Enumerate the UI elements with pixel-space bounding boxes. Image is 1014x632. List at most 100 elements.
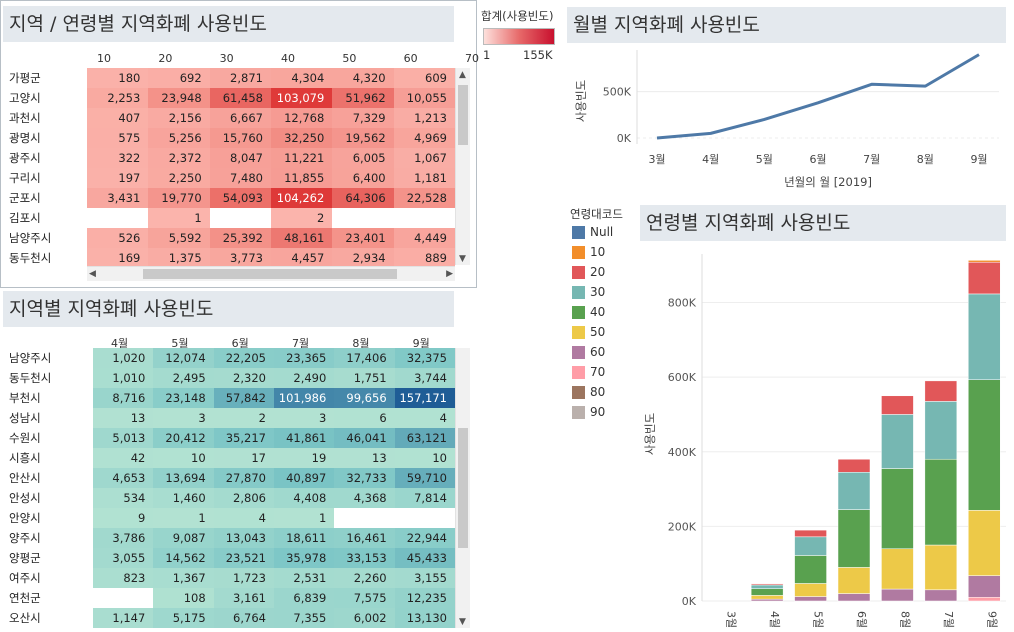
heat-cell[interactable]: 7,355 <box>273 608 335 628</box>
heat-cell[interactable]: 108 <box>153 588 214 608</box>
heat-cell[interactable]: 1,020 <box>93 348 154 368</box>
heat-cell[interactable]: 14,562 <box>153 548 214 568</box>
bar-segment-60[interactable] <box>968 575 1001 598</box>
heat1-col-header[interactable]: 30 <box>220 52 234 65</box>
legend-item-50[interactable]: 50 <box>572 325 605 339</box>
heat2-vscroll-thumb[interactable] <box>458 428 468 548</box>
heat-cell[interactable]: 2,871 <box>209 68 271 88</box>
heat-cell[interactable]: 17 <box>213 448 274 468</box>
heat-cell[interactable] <box>87 208 149 228</box>
legend-item-90[interactable]: 90 <box>572 405 605 419</box>
legend-item-Null[interactable]: Null <box>572 225 613 239</box>
heat-cell[interactable]: 4,457 <box>270 248 333 268</box>
heat-cell[interactable]: 23,521 <box>213 548 274 568</box>
heat-cell[interactable]: 61,458 <box>209 88 271 108</box>
heat-cell[interactable]: 692 <box>148 68 210 88</box>
legend-item-70[interactable]: 70 <box>572 365 605 379</box>
legend-item-80[interactable]: 80 <box>572 385 605 399</box>
heat1-vscroll-thumb[interactable] <box>458 85 468 145</box>
heat-cell[interactable]: 19,562 <box>332 128 394 148</box>
heat-cell[interactable]: 15,760 <box>209 128 271 148</box>
bar-segment-40[interactable] <box>881 468 914 550</box>
bar-segment-60[interactable] <box>750 598 784 602</box>
heat-cell[interactable]: 2,531 <box>273 568 335 588</box>
bar-segment-20[interactable] <box>968 261 1001 295</box>
heat-cell[interactable]: 32,250 <box>270 128 333 148</box>
heat-cell[interactable]: 6,667 <box>209 108 271 128</box>
heat-cell[interactable]: 2,156 <box>148 108 210 128</box>
row-header[interactable]: 성남시 <box>3 408 93 428</box>
heat-cell[interactable]: 2,495 <box>153 368 214 388</box>
heat-cell[interactable]: 4,304 <box>270 68 333 88</box>
heat-cell[interactable]: 7,480 <box>209 168 271 188</box>
heat-cell[interactable]: 63,121 <box>394 428 455 448</box>
heat-cell[interactable]: 1,375 <box>148 248 210 268</box>
heat-cell[interactable]: 9,087 <box>153 528 214 548</box>
heat-cell[interactable]: 526 <box>87 228 149 248</box>
heat-cell[interactable]: 2,490 <box>273 368 335 388</box>
row-header[interactable]: 구리시 <box>3 168 87 188</box>
heat-cell[interactable]: 823 <box>93 568 154 588</box>
heat-cell[interactable]: 4,969 <box>393 128 455 148</box>
legend-item-20[interactable]: 20 <box>572 265 605 279</box>
heat-cell[interactable]: 1,010 <box>93 368 154 388</box>
heat-cell[interactable]: 27,870 <box>213 468 274 488</box>
heat-cell[interactable] <box>332 208 394 228</box>
heat-cell[interactable]: 2,806 <box>213 488 274 508</box>
heat-cell[interactable]: 2,253 <box>87 88 149 108</box>
heat-cell[interactable]: 575 <box>87 128 149 148</box>
heat-cell[interactable]: 3,431 <box>87 188 149 208</box>
legend-item-10[interactable]: 10 <box>572 245 605 259</box>
heat-cell[interactable]: 13,694 <box>153 468 214 488</box>
row-header[interactable]: 시흥시 <box>3 448 93 468</box>
heat-cell[interactable]: 4,320 <box>332 68 394 88</box>
bar-segment-10[interactable] <box>968 260 1001 263</box>
heat-cell[interactable]: 13 <box>93 408 154 428</box>
heat-cell[interactable]: 3,744 <box>394 368 455 388</box>
heat1-col-header[interactable]: 70 <box>465 52 479 65</box>
heat-cell[interactable]: 35,217 <box>213 428 274 448</box>
heat-cell[interactable]: 407 <box>87 108 149 128</box>
row-header[interactable]: 과천시 <box>3 108 87 128</box>
heat1-hscroll-thumb[interactable] <box>143 269 397 279</box>
heat-cell[interactable]: 23,948 <box>148 88 210 108</box>
row-header[interactable]: 가평군 <box>3 68 87 88</box>
heat-cell[interactable]: 23,148 <box>153 388 214 408</box>
bar-segment-20[interactable] <box>881 395 914 415</box>
heat-cell[interactable] <box>334 508 395 528</box>
heat-cell[interactable]: 889 <box>393 248 455 268</box>
heat-cell[interactable] <box>209 208 271 228</box>
heat-cell[interactable]: 22,944 <box>394 528 455 548</box>
heat-cell[interactable]: 2,260 <box>334 568 395 588</box>
heat-cell[interactable]: 16,461 <box>334 528 395 548</box>
bar-segment-40[interactable] <box>837 509 871 568</box>
bar-segment-60[interactable] <box>837 593 871 602</box>
row-header[interactable]: 고양시 <box>3 88 87 108</box>
bar-segment-30[interactable] <box>750 584 784 589</box>
heat1-col-header[interactable]: 40 <box>281 52 295 65</box>
heat-cell[interactable]: 1,147 <box>93 608 154 628</box>
heat-cell[interactable]: 23,365 <box>273 348 335 368</box>
heat-cell[interactable]: 59,710 <box>394 468 455 488</box>
heat-cell[interactable]: 322 <box>87 148 149 168</box>
heat-cell[interactable]: 25,392 <box>209 228 271 248</box>
row-header[interactable]: 부천시 <box>3 388 93 408</box>
heat1-col-header[interactable]: 10 <box>97 52 111 65</box>
heat-cell[interactable]: 8,716 <box>93 388 154 408</box>
heat-cell[interactable]: 4,368 <box>334 488 395 508</box>
heat-cell[interactable]: 169 <box>87 248 149 268</box>
heat-cell[interactable]: 1,181 <box>393 168 455 188</box>
row-header[interactable]: 동두천시 <box>3 248 87 268</box>
bar-segment-30[interactable] <box>968 293 1001 380</box>
bar-segment-20[interactable] <box>837 458 871 473</box>
heat-cell[interactable]: 42 <box>93 448 154 468</box>
bar-segment-50[interactable] <box>794 583 827 597</box>
heat-cell[interactable]: 41,861 <box>273 428 335 448</box>
heat-cell[interactable]: 6,005 <box>332 148 394 168</box>
heat-cell[interactable]: 4 <box>394 408 455 428</box>
heat-cell[interactable]: 197 <box>87 168 149 188</box>
heat-cell[interactable]: 1,723 <box>213 568 274 588</box>
bar-segment-50[interactable] <box>881 548 914 590</box>
heat-cell[interactable]: 7,575 <box>334 588 395 608</box>
heat-cell[interactable]: 7,814 <box>394 488 455 508</box>
